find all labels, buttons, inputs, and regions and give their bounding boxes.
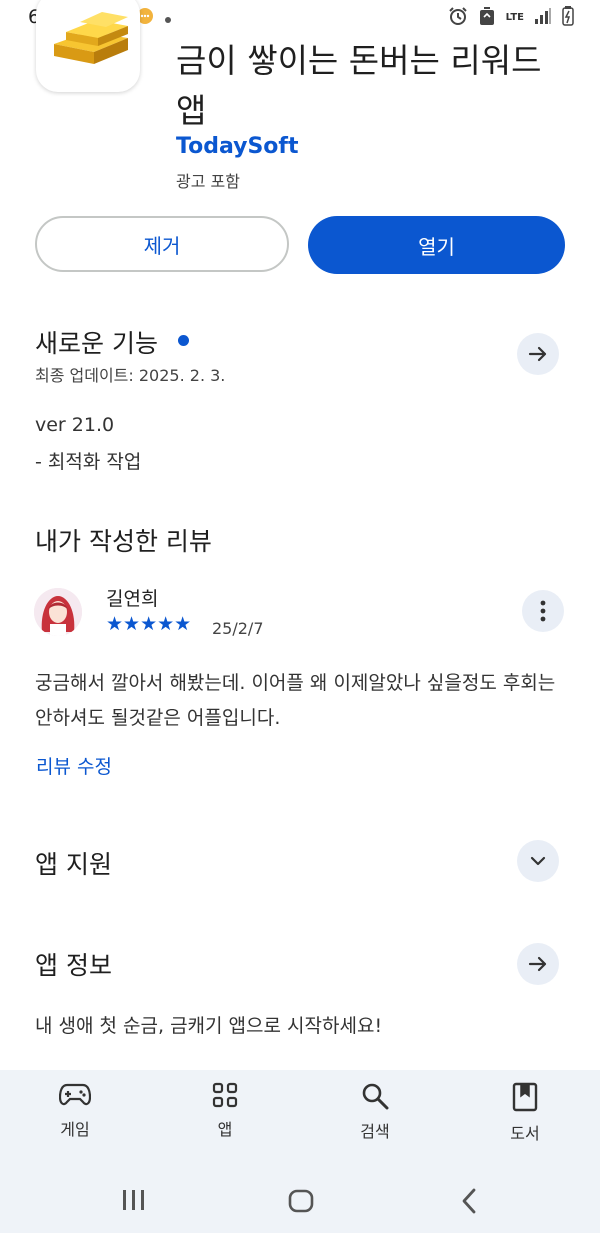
nav-item-search[interactable]: 검색	[315, 1082, 435, 1142]
my-review-title: 내가 작성한 리뷰	[35, 527, 212, 556]
whats-new-title: 새로운 기능	[35, 329, 158, 358]
edit-review-link[interactable]: 리뷰 수정	[36, 752, 112, 779]
home-icon	[288, 1189, 314, 1213]
developer-link[interactable]: TodaySoft	[176, 134, 299, 159]
network-type-label: LTE	[505, 12, 524, 23]
release-notes: - 최적화 작업	[35, 451, 142, 473]
app-title: 금이 쌓이는 돈버는 리워드 앱	[176, 41, 542, 130]
app-support-expand-button[interactable]	[517, 840, 559, 882]
review-more-options-button[interactable]	[522, 590, 564, 632]
app-icon	[36, 0, 140, 92]
star-icons: ★★★★★	[106, 613, 192, 635]
nav-item-games[interactable]: 게임	[15, 1082, 135, 1140]
contains-ads-label: 광고 포함	[176, 172, 240, 191]
back-button[interactable]	[460, 1188, 478, 1218]
open-button-label: 열기	[418, 234, 455, 259]
recent-apps-button[interactable]	[121, 1189, 147, 1215]
whats-new-arrow-button[interactable]	[517, 333, 559, 375]
arrow-right-icon	[528, 956, 547, 972]
book-icon	[512, 1082, 538, 1112]
review-author: 길연희	[106, 588, 159, 610]
system-navigation-bar	[0, 1163, 600, 1233]
new-indicator-dot	[178, 335, 189, 346]
more-notifications-dot-icon	[164, 9, 172, 28]
recycle-icon	[478, 6, 496, 30]
home-button[interactable]	[288, 1189, 314, 1217]
nav-label-apps: 앱	[217, 1120, 233, 1139]
nav-label-games: 게임	[60, 1120, 90, 1139]
apps-grid-icon	[212, 1082, 238, 1108]
user-avatar-image	[34, 588, 82, 636]
alarm-icon	[448, 6, 468, 30]
avatar	[34, 588, 82, 636]
status-right-icons: LTE	[448, 6, 574, 30]
bottom-navigation: 게임 앱 검색 도서	[0, 1070, 600, 1163]
battery-icon	[562, 6, 574, 30]
nav-item-books[interactable]: 도서	[465, 1082, 585, 1144]
uninstall-button[interactable]: 제거	[35, 216, 289, 272]
chevron-down-icon	[530, 856, 546, 866]
arrow-right-icon	[528, 346, 547, 362]
nav-item-apps[interactable]: 앱	[165, 1082, 285, 1140]
signal-icon	[534, 7, 552, 29]
app-info-title: 앱 정보	[35, 951, 112, 980]
app-info-arrow-button[interactable]	[517, 943, 559, 985]
app-support-title: 앱 지원	[35, 850, 112, 879]
app-info-description: 내 생애 첫 순금, 금캐기 앱으로 시작하세요!	[35, 1015, 383, 1037]
back-chevron-icon	[462, 1188, 476, 1214]
gold-bars-icon	[54, 12, 128, 64]
open-button[interactable]: 열기	[308, 216, 565, 274]
recent-apps-icon	[123, 1190, 144, 1210]
search-icon	[362, 1083, 389, 1110]
review-rating-stars: ★★★★★	[106, 614, 191, 634]
nav-label-search: 검색	[360, 1122, 390, 1141]
last-updated-label: 최종 업데이트: 2025. 2. 3.	[35, 366, 226, 385]
review-text: 궁금해서 깔아서 해봤는데. 이어플 왜 이제알았나 싶을정도 후회는 안하셔도…	[35, 672, 556, 729]
more-vert-icon	[540, 600, 546, 622]
gamepad-icon	[59, 1083, 91, 1106]
nav-label-books: 도서	[510, 1124, 540, 1143]
review-date: 25/2/7	[212, 619, 264, 638]
version-label: ver 21.0	[35, 414, 115, 436]
uninstall-button-label: 제거	[143, 233, 181, 258]
